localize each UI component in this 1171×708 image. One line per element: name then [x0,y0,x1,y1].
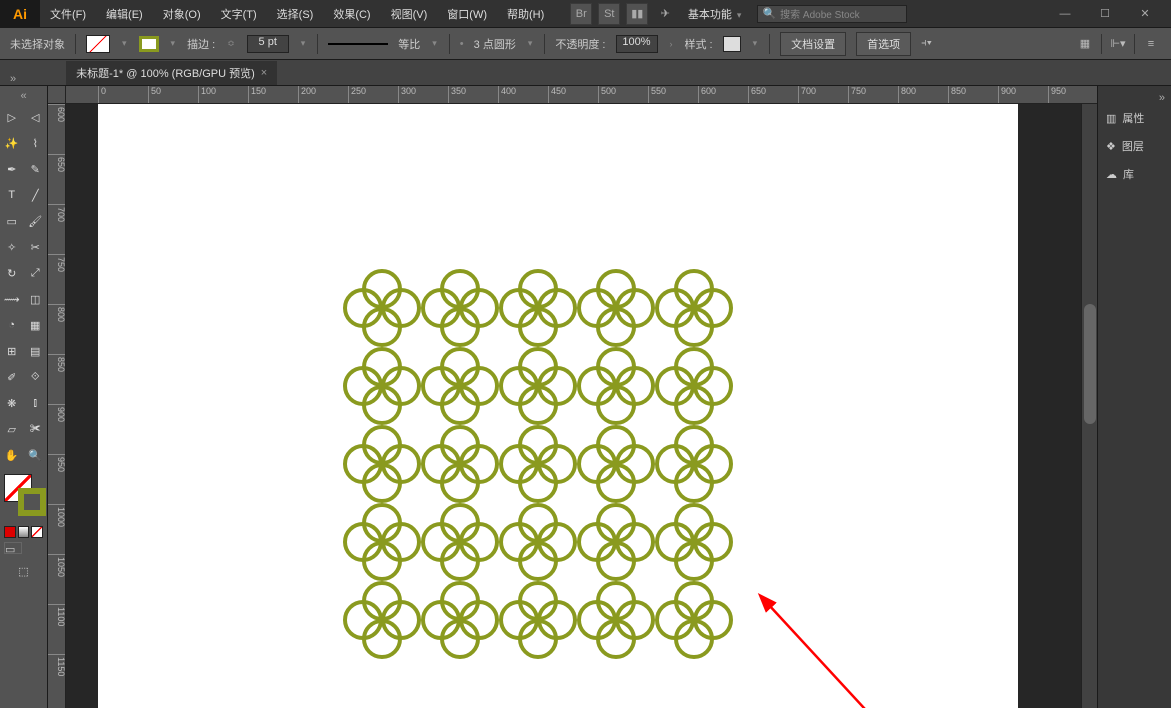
libraries-panel-tab[interactable]: ☁库 [1098,160,1171,188]
properties-panel-tab[interactable]: ▥属性 [1098,104,1171,132]
lasso-tool[interactable]: ⌇ [24,130,48,156]
brush-label[interactable]: 3 点圆形 [474,36,516,52]
gpu-icon[interactable]: ✈ [654,3,676,25]
ruler-origin[interactable] [48,86,66,104]
maximize-button[interactable]: ☐ [1091,4,1119,24]
menu-select[interactable]: 选择(S) [267,0,324,28]
toolbox: « ▷◁ ✨⌇ ✒✎ T╱ ▭🖌 ✧✂ ↻⤢ ⟿◫ ◔▦ ⊞▤ ✐⟐ ❋⫾ ▱✀… [0,86,48,708]
main-menu: 文件(F) 编辑(E) 对象(O) 文字(T) 选择(S) 效果(C) 视图(V… [40,0,554,28]
rectangle-tool[interactable]: ▭ [0,208,24,234]
menu-window[interactable]: 窗口(W) [437,0,497,28]
perspective-tool[interactable]: ▦ [24,312,48,338]
style-swatch[interactable] [723,36,741,52]
doc-setup-button[interactable]: 文档设置 [780,32,846,56]
stroke-weight-input[interactable]: 5 pt [247,35,289,53]
grid-icon[interactable]: ▦ [1075,34,1095,54]
hand-tool[interactable]: ✋ [0,442,24,468]
none-mode[interactable] [31,526,43,538]
fill-swatch[interactable] [86,35,110,53]
canvas-viewport[interactable] [66,104,1081,708]
profile-label[interactable]: 等比 [398,36,420,52]
layers-icon: ❖ [1106,140,1116,153]
horizontal-ruler[interactable]: 0501001502002503003504004505005506006507… [66,86,1097,104]
slice-tool[interactable]: ✀ [24,416,48,442]
style-label: 样式 : [685,36,713,52]
opacity-input[interactable]: 100% [616,35,658,53]
width-tool[interactable]: ⟿ [0,286,24,312]
stroke-swatch[interactable] [139,36,159,52]
zoom-tool[interactable]: 🔍 [24,442,48,468]
gradient-tool[interactable]: ▤ [24,338,48,364]
paintbrush-tool[interactable]: 🖌 [24,208,48,234]
menu-effect[interactable]: 效果(C) [323,0,380,28]
menu-icon[interactable]: ≡ [1141,34,1161,54]
symbol-sprayer-tool[interactable]: ❋ [0,390,24,416]
toolbox-collapse[interactable]: « [0,90,47,104]
shaper-tool[interactable]: ✧ [0,234,24,260]
line-tool[interactable]: ╱ [24,182,48,208]
snap-icon[interactable]: ⊩▾ [1108,34,1128,54]
close-button[interactable]: ✕ [1131,4,1159,24]
arrange-icon[interactable]: ▮▮ [626,3,648,25]
app-logo: Ai [0,0,40,28]
direct-selection-tool[interactable]: ◁ [24,104,48,130]
stroke-label: 描边 : [187,36,215,52]
shape-builder-tool[interactable]: ◔ [0,312,24,338]
stock-icon[interactable]: St [598,3,620,25]
menu-edit[interactable]: 编辑(E) [96,0,153,28]
artboard-tool[interactable]: ▱ [0,416,24,442]
panel-collapse[interactable]: » [1098,92,1171,104]
scale-tool[interactable]: ⤢ [24,260,48,286]
minimize-button[interactable]: — [1051,4,1079,24]
expand-tabs[interactable]: » [10,73,16,85]
annotation-arrow [738,584,938,708]
screen-mode[interactable]: ▭ [4,542,22,554]
stroke-color[interactable] [18,488,46,516]
vertical-scrollbar[interactable] [1081,104,1097,708]
menu-object[interactable]: 对象(O) [153,0,211,28]
right-panel-dock: » ▥属性 ❖图层 ☁库 [1097,86,1171,708]
properties-icon: ▥ [1106,112,1116,125]
close-tab-icon[interactable]: × [261,67,267,79]
eraser-tool[interactable]: ✂ [24,234,48,260]
selection-tool[interactable]: ▷ [0,104,24,130]
curvature-tool[interactable]: ✎ [24,156,48,182]
bridge-icon[interactable]: Br [570,3,592,25]
artboard [98,104,1018,708]
workspace-switcher[interactable]: 基本功能 ▾ [680,4,752,24]
prefs-button[interactable]: 首选项 [856,32,911,56]
blend-tool[interactable]: ⟐ [24,364,48,390]
menu-type[interactable]: 文字(T) [211,0,267,28]
magic-wand-tool[interactable]: ✨ [0,130,24,156]
libraries-icon: ☁ [1106,168,1117,181]
menu-view[interactable]: 视图(V) [381,0,438,28]
layers-panel-tab[interactable]: ❖图层 [1098,132,1171,160]
rotate-tool[interactable]: ↻ [0,260,24,286]
gradient-mode[interactable] [18,526,30,538]
mesh-tool[interactable]: ⊞ [0,338,24,364]
align-icon[interactable]: ⫞▾ [921,37,941,50]
color-mode[interactable] [4,526,16,538]
selection-status: 未选择对象 [10,36,65,52]
pen-tool[interactable]: ✒ [0,156,24,182]
menu-file[interactable]: 文件(F) [40,0,96,28]
free-transform-tool[interactable]: ◫ [24,286,48,312]
stroke-profile-preview [328,43,388,45]
eyedropper-tool[interactable]: ✐ [0,364,24,390]
menu-help[interactable]: 帮助(H) [497,0,554,28]
type-tool[interactable]: T [0,182,24,208]
vertical-ruler[interactable]: 6006507007508008509009501000105011001150 [48,104,66,708]
graph-tool[interactable]: ⫾ [24,390,48,416]
edit-mode[interactable]: ⬚ [4,558,43,584]
search-input[interactable]: 🔍 搜索 Adobe Stock [757,5,907,23]
opacity-label: 不透明度 : [555,36,605,52]
document-tab[interactable]: 未标题-1* @ 100% (RGB/GPU 预览) × [66,61,277,85]
